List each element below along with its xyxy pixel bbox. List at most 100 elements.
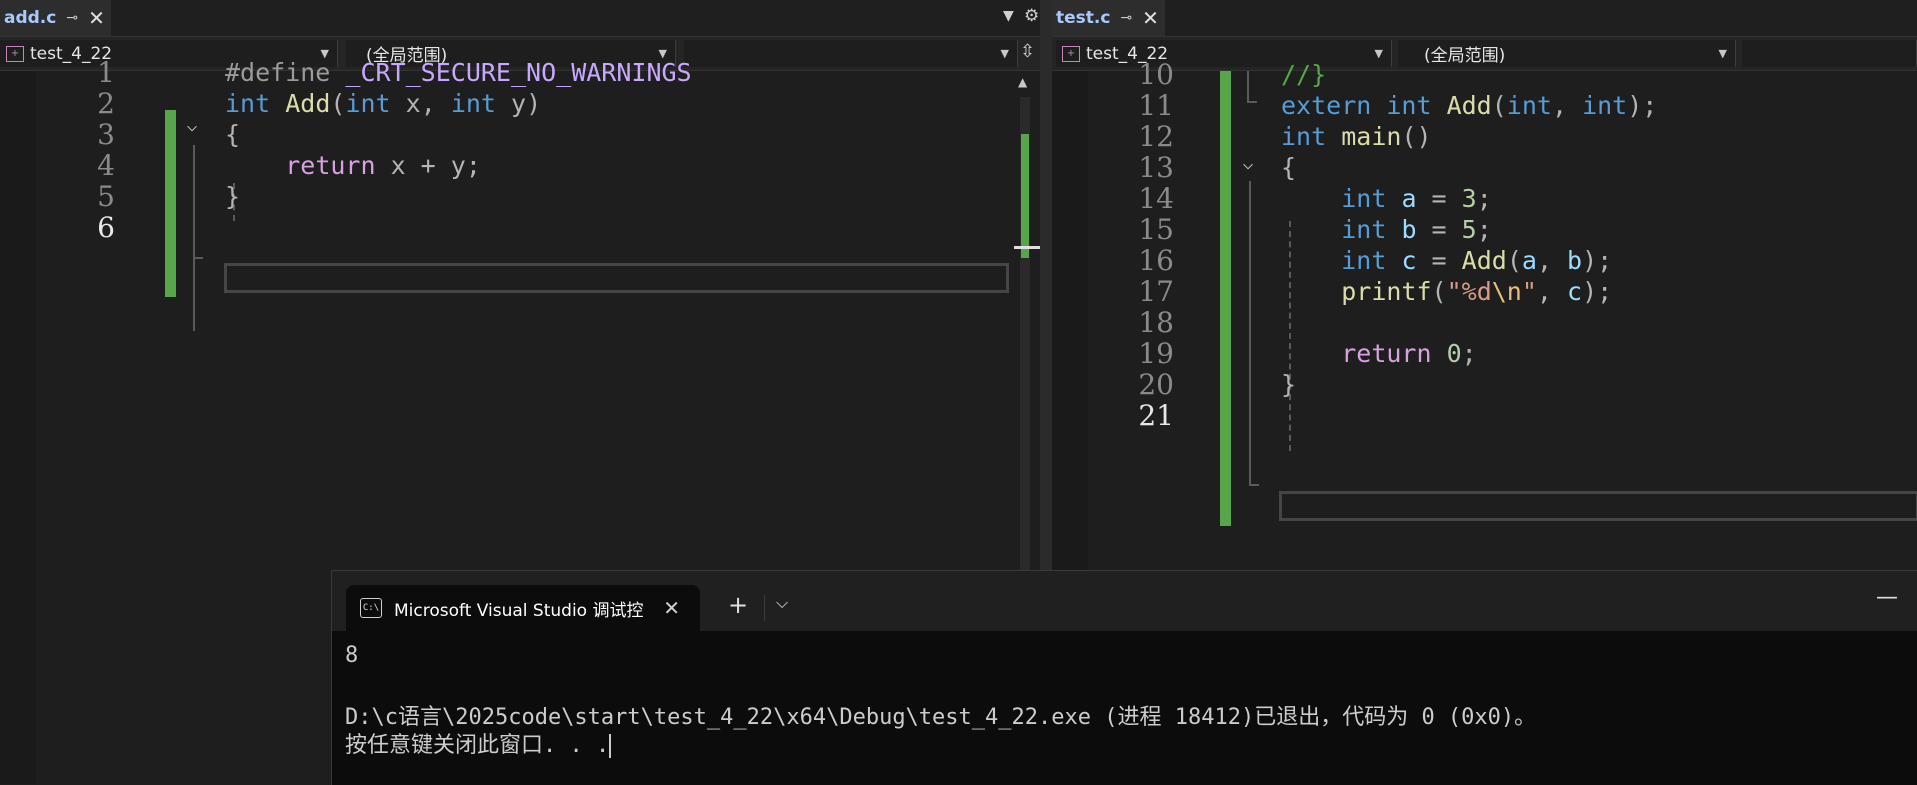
scroll-change-marker [1021,134,1029,258]
console-tab-title: Microsoft Visual Studio 调试控 [394,600,644,621]
close-icon[interactable]: ✕ [1142,6,1159,30]
code-token: ( [330,89,346,118]
close-icon[interactable]: ✕ [88,6,105,30]
scope-name: (全局范围) [1424,46,1506,66]
code-token: 3 [1461,184,1477,213]
code-token: c [1401,246,1417,275]
code-token: int [225,89,286,118]
code-line: return x + y; [225,147,481,185]
console-prompt-text: 按任意键关闭此窗口. . . [345,733,610,758]
console-output-line: 8 [345,643,359,668]
code-token: a [1521,246,1537,275]
scope-combo[interactable]: (全局范围) ▼ [1398,40,1736,67]
code-line: } [225,178,240,216]
code-token: x, [405,89,451,118]
code-token: \n [1491,277,1522,306]
minimize-icon[interactable]: — [1876,585,1898,610]
code-token: 0 [1446,339,1462,368]
tab-title: add.c [4,8,57,28]
code-token: "%d [1446,277,1492,306]
code-token: y) [511,89,542,118]
tab-list-dropdown-icon[interactable]: ▼ [1003,8,1014,24]
tab-title: test.c [1056,8,1111,28]
code-token: = [1416,215,1462,244]
tab-strip: test.c ⊸ ✕ [1052,0,1917,37]
split-icon[interactable]: ⇳ [1020,41,1035,62]
code-token: printf [1341,277,1432,306]
code-token: Add [1461,246,1507,275]
collapse-chevron-icon[interactable]: ⌵ [182,115,202,136]
code-line: int Add(int x, int y) [225,85,541,123]
current-line-highlight [1279,491,1917,521]
code-token: int [450,89,512,118]
close-icon[interactable]: ✕ [663,596,680,620]
code-token: int [1341,215,1402,244]
member-combo[interactable]: ▼ [684,40,1018,67]
code-token: return [285,151,391,180]
code-token: ; [1476,184,1492,213]
tab-add-c[interactable]: add.c ⊸ ✕ [0,0,111,36]
code-token: //} [1281,60,1327,89]
gear-icon[interactable]: ⚙ [1024,6,1039,26]
code-line: return 0; [1281,335,1477,373]
code-token: Add [285,89,331,118]
debug-console-window[interactable]: C:\ Microsoft Visual Studio 调试控 ✕ + ⌵ — … [331,570,1917,785]
code-token: } [1281,370,1297,399]
current-line-highlight [224,263,1009,293]
code-token: int [1281,122,1342,151]
code-token: Add [1446,91,1492,120]
chevron-down-icon: ▼ [1374,47,1383,60]
code-token: x + y; [390,151,481,180]
change-bar [165,110,176,297]
code-token: 5 [1461,215,1477,244]
code-token: int [345,89,406,118]
code-token: ); [1627,91,1658,120]
tab-test-c[interactable]: test.c ⊸ ✕ [1052,0,1165,36]
console-icon: C:\ [360,598,382,618]
code-token: , [1551,91,1583,120]
code-token: ( [1431,277,1447,306]
code-token: () [1401,122,1432,151]
code-token: ); [1582,277,1613,306]
code-token: ( [1491,91,1507,120]
code-token: { [225,120,241,149]
change-bar [1220,71,1231,526]
pin-icon[interactable]: ⊸ [66,10,78,26]
code-line: printf("%d\n", c); [1281,273,1612,311]
code-token: int [1341,184,1402,213]
code-token: int [1341,246,1402,275]
scroll-up-icon[interactable]: ▲ [1018,75,1027,89]
fold-guide-end [1247,101,1257,103]
line-number: 21 [1138,399,1174,432]
code-token: ; [1461,339,1477,368]
code-token: #define [225,58,346,87]
chevron-down-icon[interactable]: ⌵ [776,593,788,613]
code-token: main [1341,122,1402,151]
code-token: , [1536,277,1568,306]
scroll-caret-marker [1014,246,1040,249]
code-token: { [1281,153,1297,182]
code-token: } [225,182,241,211]
code-token: int [1506,91,1552,120]
collapse-chevron-icon[interactable]: ⌵ [1238,153,1258,174]
code-line: } [1281,366,1296,404]
pin-icon[interactable]: ⊸ [1120,10,1132,26]
code-token: " [1521,277,1537,306]
console-output-line: 按任意键关闭此窗口. . . [345,727,612,759]
code-token: _CRT_SECURE_NO_WARNINGS [345,58,692,87]
console-tab[interactable]: C:\ Microsoft Visual Studio 调试控 ✕ [346,585,700,631]
code-token: b [1567,246,1583,275]
chevron-down-icon: ▼ [1718,47,1727,60]
new-tab-plus-icon[interactable]: + [728,591,748,619]
member-combo[interactable] [1742,40,1917,67]
project-icon: + [6,45,24,62]
fold-guide [1249,181,1251,486]
divider [764,595,765,621]
text-cursor [609,734,612,758]
code-token: return [1341,339,1447,368]
code-token: b [1401,215,1417,244]
